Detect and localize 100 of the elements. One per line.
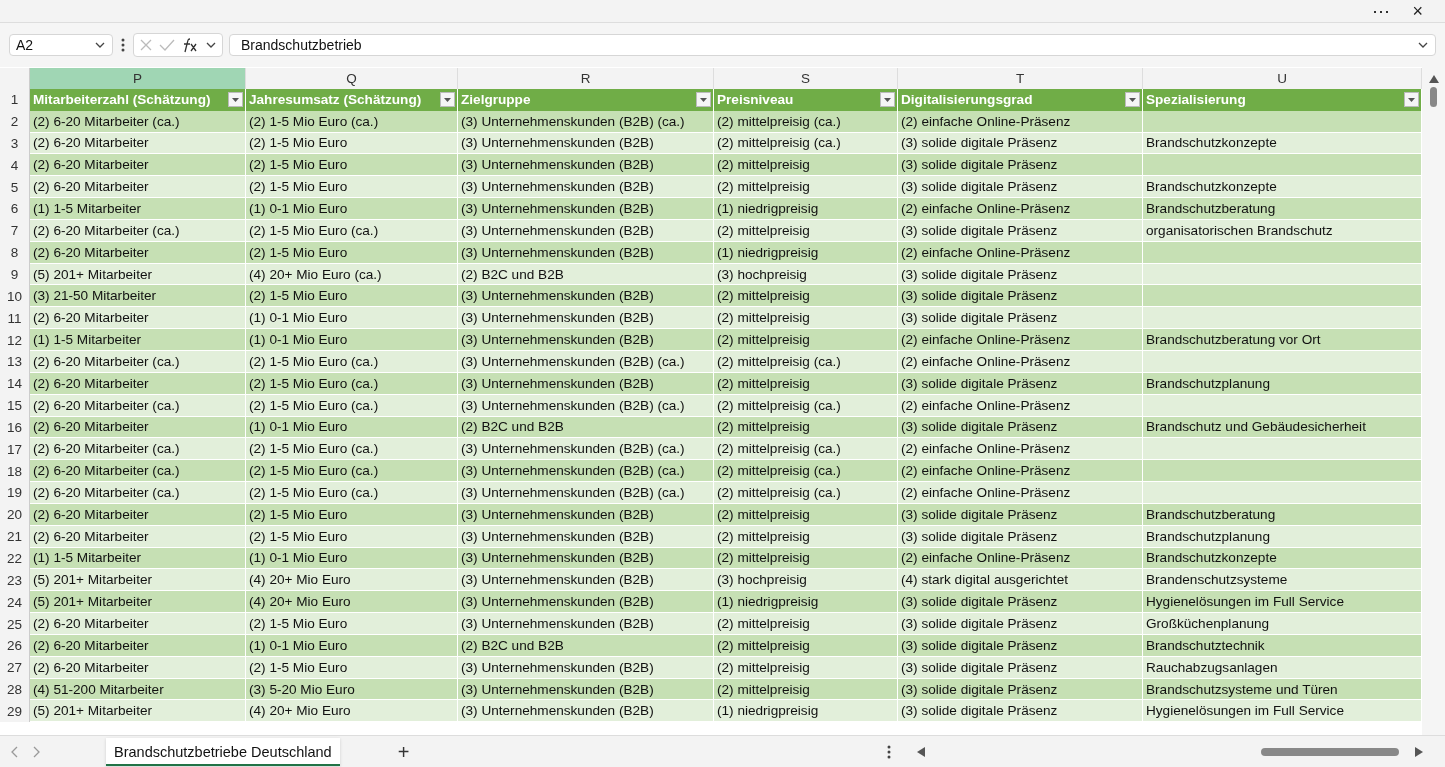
header-label: Jahresumsatz (Schätzung) [249,92,422,108]
table-cell: (2) B2C und B2B [458,416,714,439]
table-cell: (1) 0-1 Mio Euro [246,634,458,657]
table-cell: (3) solide digitale Präsenz [898,154,1143,177]
row-number[interactable]: 17 [0,438,30,461]
row-number[interactable]: 11 [0,307,30,330]
row-number[interactable]: 19 [0,482,30,504]
table-cell: (3) solide digitale Präsenz [898,176,1143,199]
caret-icon [444,97,451,102]
table-cell: (2) 1-5 Mio Euro [246,613,458,635]
table-cell: (3) Unternehmenskunden (B2B) [458,678,714,701]
column-header[interactable]: Q [246,68,458,90]
row-number[interactable]: 29 [0,700,30,723]
column-header[interactable]: U [1143,68,1422,90]
name-box[interactable]: A2 [9,34,113,56]
table-cell: (3) solide digitale Präsenz [898,372,1143,395]
next-sheet-icon[interactable] [32,746,40,758]
table-cell: (5) 201+ Mitarbeiter [30,700,246,723]
table-cell: (2) 1-5 Mio Euro [246,154,458,177]
row-number[interactable]: 1 [0,88,30,111]
table-cell: (3) Unternehmenskunden (B2B) [458,503,714,526]
table-cell: (2) mittelpreisig (ca.) [714,110,898,133]
row-number[interactable]: 16 [0,416,30,439]
table-cell: (5) 201+ Mitarbeiter [30,569,246,592]
table-cell: (2) mittelpreisig [714,547,898,570]
close-button[interactable]: × [1408,1,1427,21]
row-number[interactable]: 3 [0,132,30,155]
column-header[interactable]: T [898,68,1143,90]
table-cell: (3) 21-50 Mitarbeiter [30,285,246,308]
add-sheet-button[interactable]: + [391,739,416,765]
table-cell: (2) 6-20 Mitarbeiter [30,307,246,330]
table-cell: (3) solide digitale Präsenz [898,219,1143,242]
filter-button[interactable] [1125,92,1140,108]
row-number[interactable]: 5 [0,176,30,199]
table-cell: (2) 6-20 Mitarbeiter (ca.) [30,350,246,373]
table-cell: (2) B2C und B2B [458,634,714,657]
row-number[interactable]: 24 [0,591,30,614]
header-label: Digitalisierungsgrad [901,92,1033,108]
row-number[interactable]: 12 [0,329,30,351]
row-number[interactable]: 14 [0,372,30,395]
row-number[interactable]: 8 [0,241,30,264]
checkmark-icon[interactable] [159,38,175,52]
row-number[interactable]: 20 [0,503,30,526]
table-cell: (1) niedrigpreisig [714,591,898,614]
scrollbar-thumb[interactable] [1261,748,1399,756]
filter-button[interactable] [696,92,711,108]
scroll-left-icon[interactable] [917,747,925,757]
scrollbar-thumb[interactable] [1430,87,1437,107]
scroll-right-icon[interactable] [1415,747,1423,757]
row-number[interactable]: 7 [0,219,30,242]
row-number[interactable]: 25 [0,613,30,635]
table-cell: (2) mittelpreisig (ca.) [714,350,898,373]
row-number[interactable]: 15 [0,394,30,417]
scroll-up-icon[interactable] [1428,75,1439,83]
table-cell: (2) 6-20 Mitarbeiter [30,154,246,177]
filter-button[interactable] [440,92,455,108]
table-cell: (3) solide digitale Präsenz [898,263,1143,286]
table-cell: (2) 1-5 Mio Euro (ca.) [246,110,458,133]
row-number[interactable]: 28 [0,678,30,701]
sheet-tab[interactable]: Brandschutzbetriebe Deutschland [106,738,340,766]
more-options-button[interactable]: ⋯ [1368,1,1395,21]
table-cell: (2) 1-5 Mio Euro [246,656,458,679]
table-cell: (3) Unternehmenskunden (B2B) (ca.) [458,350,714,373]
row-number[interactable]: 27 [0,656,30,679]
table-cell: (2) mittelpreisig [714,307,898,330]
table-cell: (3) Unternehmenskunden (B2B) [458,700,714,723]
table-cell: (2) 1-5 Mio Euro [246,525,458,548]
table-cell: (2) mittelpreisig [714,678,898,701]
row-number[interactable]: 26 [0,634,30,657]
filter-button[interactable] [880,92,895,108]
row-number[interactable]: 4 [0,154,30,177]
column-header[interactable]: S [714,68,898,90]
row-number[interactable]: 9 [0,263,30,286]
table-cell: (2) mittelpreisig (ca.) [714,438,898,461]
more-icon[interactable] [119,38,127,52]
column-header[interactable]: R [458,68,714,90]
row-number[interactable]: 13 [0,350,30,373]
row-number[interactable]: 21 [0,525,30,548]
table-cell: (2) 6-20 Mitarbeiter [30,372,246,395]
table-cell: (3) Unternehmenskunden (B2B) [458,372,714,395]
table-cell: (2) einfache Online-Präsenz [898,460,1143,483]
previous-sheet-icon[interactable] [11,746,19,758]
row-number[interactable]: 18 [0,460,30,483]
row-number[interactable]: 6 [0,198,30,220]
formula-field[interactable]: Brandschutzbetrieb [229,34,1436,56]
function-icon[interactable] [181,37,199,53]
table-cell: (2) mittelpreisig [714,285,898,308]
table-cell: (3) Unternehmenskunden (B2B) [458,525,714,548]
row-number[interactable]: 10 [0,285,30,308]
table-cell: (2) mittelpreisig [714,372,898,395]
filter-button[interactable] [1404,92,1419,108]
table-cell: (2) 6-20 Mitarbeiter (ca.) [30,438,246,461]
row-number[interactable]: 2 [0,110,30,133]
column-header[interactable]: P [30,68,246,91]
row-number[interactable]: 22 [0,547,30,570]
table-cell: (2) 6-20 Mitarbeiter (ca.) [30,460,246,483]
more-icon[interactable] [887,745,891,759]
row-number[interactable]: 23 [0,569,30,592]
filter-button[interactable] [228,92,243,108]
table-cell: (1) 0-1 Mio Euro [246,307,458,330]
